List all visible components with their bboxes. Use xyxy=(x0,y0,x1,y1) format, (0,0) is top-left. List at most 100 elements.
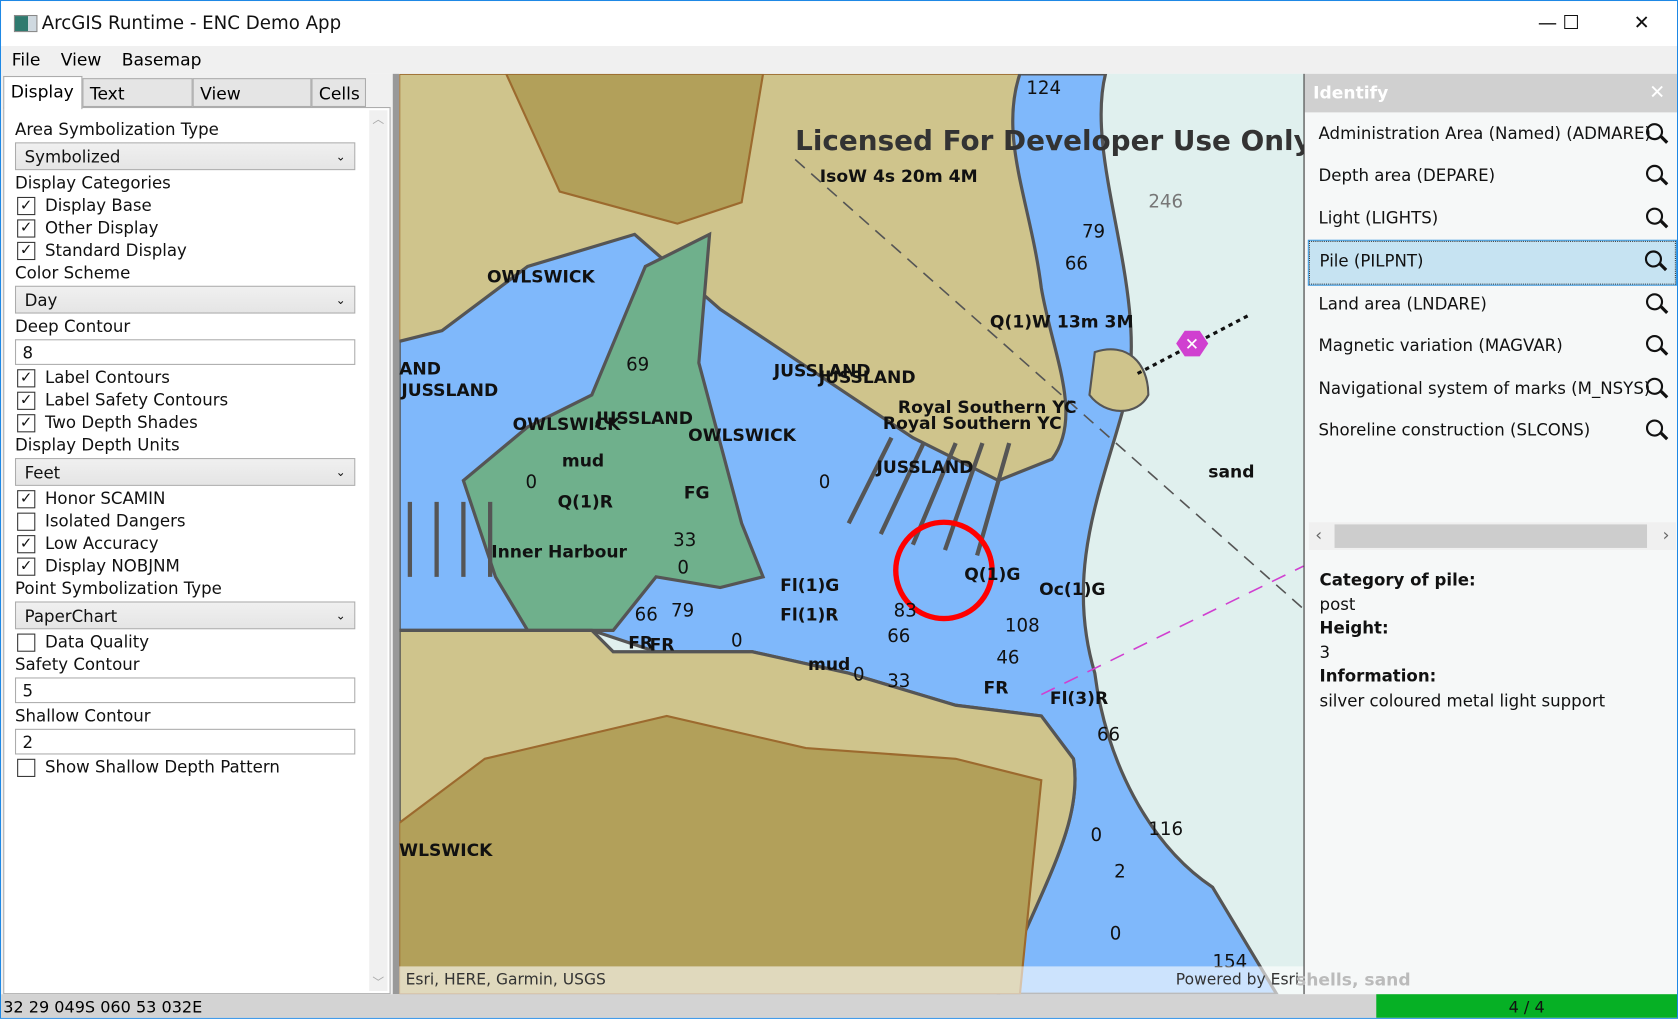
settings-panel: Display Text Groups View Groups Cells ︿﹀… xyxy=(1,73,393,995)
window-title: ArcGIS Runtime - ENC Demo App xyxy=(41,12,342,35)
tab-view-groups[interactable]: View Groups xyxy=(192,78,312,133)
menu-file[interactable]: File xyxy=(1,46,50,69)
identify-result-item[interactable]: Administration Area (Named) (ADMARE) xyxy=(1309,115,1676,157)
zoom-to-feature-magnifier-icon[interactable] xyxy=(1645,419,1664,437)
map-label: JUSSLAND xyxy=(401,379,499,401)
depth-sounding: 66 xyxy=(887,626,911,648)
identify-result-item[interactable]: Land area (LNDARE) xyxy=(1309,285,1676,327)
zoom-to-feature-magnifier-icon[interactable] xyxy=(1645,123,1664,141)
menu-view[interactable]: View xyxy=(50,46,111,69)
maximize-button[interactable]: ☐ xyxy=(1546,1,1595,46)
checkbox-other-display[interactable]: ✓ Other Display xyxy=(15,217,355,239)
scroll-thumb[interactable] xyxy=(1334,524,1648,548)
menu-bar: File View Basemap xyxy=(1,46,1678,74)
zoom-to-feature-magnifier-icon[interactable] xyxy=(1645,165,1664,183)
depth-sounding: 0 xyxy=(852,664,865,686)
scroll-down-icon[interactable]: ﹀ xyxy=(369,974,387,991)
identify-result-item[interactable]: Magnetic variation (MAGVAR) xyxy=(1309,327,1676,369)
zoom-to-feature-magnifier-icon[interactable] xyxy=(1645,377,1664,395)
map-label: JUSSLAND xyxy=(818,367,916,388)
map-label: Fl(1)G xyxy=(780,574,840,596)
zoom-to-feature-magnifier-icon[interactable] xyxy=(1645,335,1664,353)
zoom-to-feature-magnifier-icon[interactable] xyxy=(1645,207,1664,225)
color-scheme-select[interactable]: Day ⌄ xyxy=(14,285,356,314)
identify-close-icon[interactable]: ✕ xyxy=(1649,74,1665,113)
deep-contour-input[interactable]: 8 xyxy=(14,339,356,365)
map-view[interactable]: ✕ Licensed For Developer Use Only IsoW 4… xyxy=(399,73,1304,995)
select-value: Feet xyxy=(24,463,61,483)
checkbox-label: Label Contours xyxy=(44,368,170,388)
safety-contour-input[interactable]: 5 xyxy=(14,677,356,704)
identify-result-item[interactable]: Shoreline construction (SLCONS) xyxy=(1309,411,1676,453)
zoom-to-feature-magnifier-icon[interactable] xyxy=(1644,250,1663,268)
checkbox-box xyxy=(17,633,36,652)
map-label: WLSWICK xyxy=(399,840,493,861)
checkbox-label-safety-contours[interactable]: ✓ Label Safety Contours xyxy=(15,390,355,412)
area-symbolization-select[interactable]: Symbolized ⌄ xyxy=(14,142,356,171)
result-label: Light (LIGHTS) xyxy=(1318,208,1439,228)
detail-key: Information: xyxy=(1319,666,1437,686)
checkbox-two-depth-shades[interactable]: ✓ Two Depth Shades xyxy=(15,412,355,434)
check-icon: ✓ xyxy=(17,369,36,388)
check-icon: ✓ xyxy=(17,490,36,509)
map-label: mud xyxy=(808,653,851,675)
scroll-left-icon[interactable]: ‹ xyxy=(1315,524,1322,544)
tab-cells[interactable]: Cells xyxy=(311,78,367,108)
checkbox-display-nobjnm[interactable]: ✓ Display NOBJNM xyxy=(15,555,355,577)
checkbox-standard-display[interactable]: ✓ Standard Display xyxy=(15,240,355,262)
checkbox-label: Honor SCAMIN xyxy=(44,489,166,509)
depth-sounding: 33 xyxy=(887,671,911,693)
tab-display[interactable]: Display xyxy=(3,75,83,110)
checkbox-label: Isolated Dangers xyxy=(44,511,186,531)
check-icon: ✓ xyxy=(17,391,36,410)
scroll-right-icon[interactable]: › xyxy=(1663,524,1670,544)
display-tab-content: ︿ ﹀ Area Symbolization Type Symbolized ⌄ D… xyxy=(3,107,391,995)
checkbox-label-contours[interactable]: ✓ Label Contours xyxy=(15,367,355,389)
checkbox-low-accuracy[interactable]: ✓ Low Accuracy xyxy=(15,533,355,555)
chevron-down-icon: ⌄ xyxy=(335,608,346,623)
result-label: Shoreline construction (SLCONS) xyxy=(1318,420,1591,440)
tab-text-groups[interactable]: Text Groups xyxy=(82,78,193,133)
detail-value: 3 xyxy=(1319,642,1331,662)
checkbox-show-shallow-pattern[interactable]: Show Shallow Depth Pattern xyxy=(15,757,355,779)
deep-contour-label: Deep Contour xyxy=(14,316,131,337)
chevron-down-icon: ⌄ xyxy=(335,465,346,480)
chevron-down-icon: ⌄ xyxy=(335,149,346,164)
checkbox-honor-scamin[interactable]: ✓ Honor SCAMIN xyxy=(15,488,355,510)
map-attribution-bar: Esri, HERE, Garmin, USGS Powered by Esri xyxy=(399,966,1304,995)
checkbox-label: Display Base xyxy=(44,195,152,216)
close-button[interactable]: ✕ xyxy=(1617,1,1666,46)
identify-results-list: Administration Area (Named) (ADMARE) Dep… xyxy=(1307,115,1678,552)
checkbox-data-quality[interactable]: Data Quality xyxy=(15,631,355,653)
depth-sounding: 33 xyxy=(673,529,697,552)
point-symbolization-select[interactable]: PaperChart ⌄ xyxy=(14,601,356,630)
checkbox-label: Show Shallow Depth Pattern xyxy=(44,757,280,777)
progress-text: 4 / 4 xyxy=(1508,997,1545,1017)
depth-units-select[interactable]: Feet ⌄ xyxy=(14,458,356,486)
powered-by-esri: Powered by Esri xyxy=(1175,971,1300,989)
depth-sounding: 108 xyxy=(1004,615,1040,637)
identify-result-item-selected[interactable]: Pile (PILPNT) xyxy=(1307,239,1678,286)
status-bar: 32 29 049S 060 53 032E 4 / 4 xyxy=(1,994,1678,1018)
shallow-contour-input[interactable]: 2 xyxy=(14,728,356,755)
horizontal-scrollbar[interactable]: ‹ › xyxy=(1308,522,1676,551)
map-label: Q(1)G xyxy=(964,563,1021,585)
check-icon: ✓ xyxy=(17,414,36,433)
identify-result-item[interactable]: Light (LIGHTS) xyxy=(1309,199,1676,241)
map-label: Q(1)R xyxy=(557,491,613,512)
identify-result-item[interactable]: Navigational system of marks (M_NSYS) xyxy=(1309,369,1676,411)
result-label: Land area (LNDARE) xyxy=(1318,294,1487,314)
shallow-contour-label: Shallow Contour xyxy=(14,706,151,726)
scroll-up-icon[interactable]: ︿ xyxy=(369,110,387,127)
check-icon: ✓ xyxy=(17,219,36,238)
depth-sounding: 46 xyxy=(996,647,1020,669)
checkbox-box xyxy=(17,512,36,531)
checkbox-display-base[interactable]: ✓ Display Base xyxy=(15,195,355,217)
detail-value: silver coloured metal light support xyxy=(1319,690,1606,711)
zoom-to-feature-magnifier-icon[interactable] xyxy=(1645,293,1664,311)
menu-basemap[interactable]: Basemap xyxy=(111,46,211,69)
vertical-scrollbar[interactable]: ︿ ﹀ xyxy=(369,110,388,992)
checkbox-isolated-dangers[interactable]: Isolated Dangers xyxy=(15,510,355,532)
map-label: Royal Southern YC xyxy=(882,413,1062,434)
identify-result-item[interactable]: Depth area (DEPARE) xyxy=(1309,157,1676,199)
